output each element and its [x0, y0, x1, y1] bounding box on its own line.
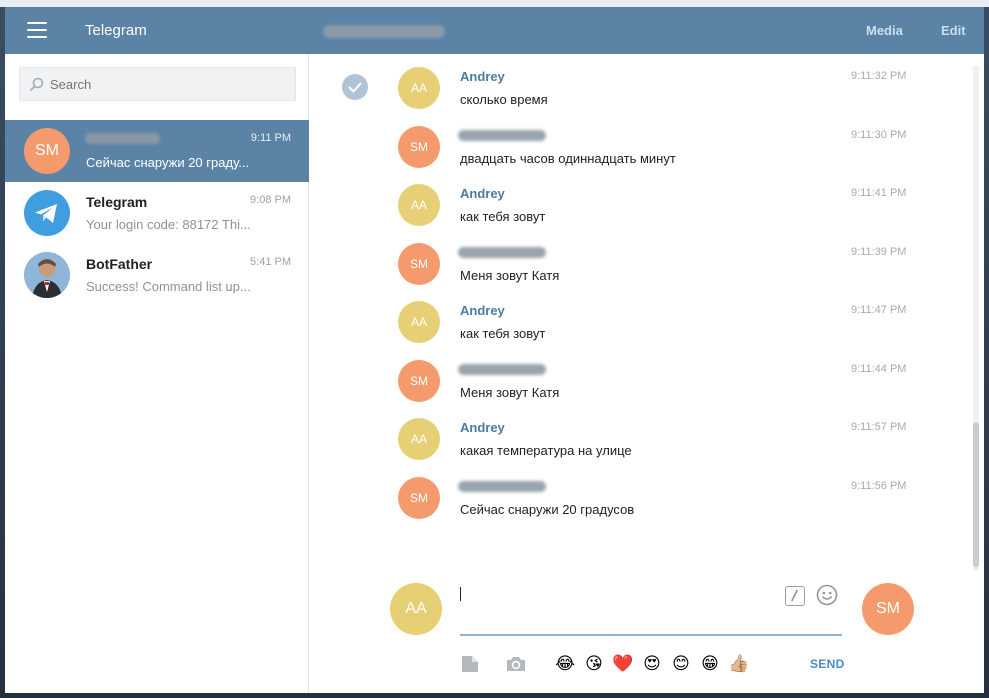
- message-time: 9:11:30 PM: [851, 129, 907, 141]
- message-author[interactable]: Andrey: [460, 186, 505, 201]
- dialogs-sidebar: SM 9:11 PM Сейчас снаружи 20 граду... Te…: [5, 54, 309, 693]
- message-text: Меня зовут Катя: [460, 385, 560, 400]
- message[interactable]: SM Сейчас снаружи 20 градусов 9:11:56 PM: [310, 477, 910, 535]
- emoji-heart[interactable]: ❤️: [612, 653, 634, 675]
- avatar: AA: [398, 418, 440, 460]
- telegram-window: Telegram Media Edit SM 9:11 PM Сейчас сн…: [5, 7, 984, 693]
- window-top-bar: [0, 0, 989, 7]
- dialog-name: BotFather: [86, 256, 153, 272]
- message-text: двадцать часов одиннадцать минут: [460, 151, 676, 166]
- send-button[interactable]: SEND: [810, 657, 845, 671]
- dialog-time: 5:41 PM: [250, 256, 291, 268]
- dialog-time: 9:08 PM: [250, 194, 291, 206]
- chat-pane: AA Andrey сколько время 9:11:32 PM SM дв…: [310, 54, 984, 693]
- message-time: 9:11:56 PM: [851, 480, 907, 492]
- media-button[interactable]: Media: [866, 23, 903, 38]
- emoji-heart-eyes[interactable]: 😍: [641, 653, 663, 675]
- message-text: какая температура на улице: [460, 443, 632, 458]
- avatar: SM: [398, 243, 440, 285]
- message-author-redacted: [458, 481, 546, 492]
- message-time: 9:11:32 PM: [851, 70, 907, 82]
- avatar: AA: [398, 67, 440, 109]
- avatar: AA: [398, 301, 440, 343]
- message[interactable]: SM Меня зовут Катя 9:11:44 PM: [310, 360, 910, 418]
- dialog-item[interactable]: Telegram 9:08 PM Your login code: 88172 …: [5, 182, 309, 244]
- attach-photo-icon[interactable]: [506, 654, 526, 674]
- telegram-logo-icon: [24, 190, 70, 236]
- message-text: Сейчас снаружи 20 градусов: [460, 502, 635, 517]
- message-text: как тебя зовут: [460, 326, 546, 341]
- avatar: SM: [398, 360, 440, 402]
- message[interactable]: AA Andrey как тебя зовут 9:11:47 PM: [310, 301, 910, 359]
- emoji-picker-icon[interactable]: [816, 584, 838, 606]
- dialog-time: 9:11 PM: [250, 132, 291, 144]
- message-author[interactable]: Andrey: [460, 69, 505, 84]
- search-input[interactable]: [50, 77, 280, 92]
- edit-button[interactable]: Edit: [941, 23, 966, 38]
- avatar: AA: [398, 184, 440, 226]
- message-text: сколько время: [460, 92, 548, 107]
- message[interactable]: SM Меня зовут Катя 9:11:39 PM: [310, 243, 910, 301]
- search-icon: [30, 77, 44, 91]
- my-avatar: AA: [390, 583, 442, 635]
- message-author[interactable]: Andrey: [460, 420, 505, 435]
- dialog-preview: Your login code: 88172 Thi...: [86, 217, 251, 232]
- message-time: 9:11:41 PM: [851, 187, 907, 199]
- message[interactable]: SM двадцать часов одиннадцать минут 9:11…: [310, 126, 910, 184]
- message[interactable]: AA Andrey как тебя зовут 9:11:41 PM: [310, 184, 910, 242]
- emoji-smile[interactable]: 😊: [670, 653, 692, 675]
- chat-title-redacted[interactable]: [323, 25, 445, 38]
- message-text: Меня зовут Катя: [460, 268, 560, 283]
- message[interactable]: AA Andrey какая температура на улице 9:1…: [310, 418, 910, 476]
- message-time: 9:11:44 PM: [851, 363, 907, 375]
- botfather-avatar: [24, 252, 70, 298]
- emoji-thumbs-up[interactable]: 👍🏼: [728, 653, 750, 675]
- scrollbar[interactable]: [973, 66, 979, 571]
- dialog-item[interactable]: SM 9:11 PM Сейчас снаружи 20 граду...: [5, 120, 309, 182]
- message-author-redacted: [458, 247, 546, 258]
- menu-icon[interactable]: [27, 22, 47, 38]
- emoji-grin[interactable]: 😁: [699, 653, 721, 675]
- app-title: Telegram: [85, 22, 147, 39]
- commands-icon[interactable]: [785, 586, 805, 606]
- top-header: Telegram Media Edit: [5, 7, 984, 54]
- dialog-preview: Success! Command list up...: [86, 279, 251, 294]
- avatar: SM: [398, 126, 440, 168]
- message-time: 9:11:39 PM: [851, 246, 907, 258]
- emoji-kiss[interactable]: 😘: [583, 653, 605, 675]
- message-author[interactable]: Andrey: [460, 303, 505, 318]
- avatar: SM: [24, 128, 70, 174]
- dialog-name: Telegram: [86, 194, 148, 210]
- message-author-redacted: [458, 130, 546, 141]
- peer-avatar: SM: [862, 583, 914, 635]
- emoji-tears-of-joy[interactable]: 😂: [554, 653, 576, 675]
- text-caret: [460, 587, 461, 601]
- attach-file-icon[interactable]: [460, 654, 480, 674]
- message-time: 9:11:47 PM: [851, 304, 907, 316]
- avatar: SM: [398, 477, 440, 519]
- dialog-item[interactable]: BotFather 5:41 PM Success! Command list …: [5, 244, 309, 306]
- message-author-redacted: [458, 364, 546, 375]
- message-text: как тебя зовут: [460, 209, 546, 224]
- dialog-name-redacted: [85, 133, 160, 144]
- message[interactable]: AA Andrey сколько время 9:11:32 PM: [310, 67, 910, 125]
- search-box[interactable]: [19, 67, 296, 101]
- message-time: 9:11:57 PM: [851, 421, 907, 433]
- dialog-preview: Сейчас снаружи 20 граду...: [86, 155, 250, 170]
- scrollbar-thumb[interactable]: [973, 422, 979, 567]
